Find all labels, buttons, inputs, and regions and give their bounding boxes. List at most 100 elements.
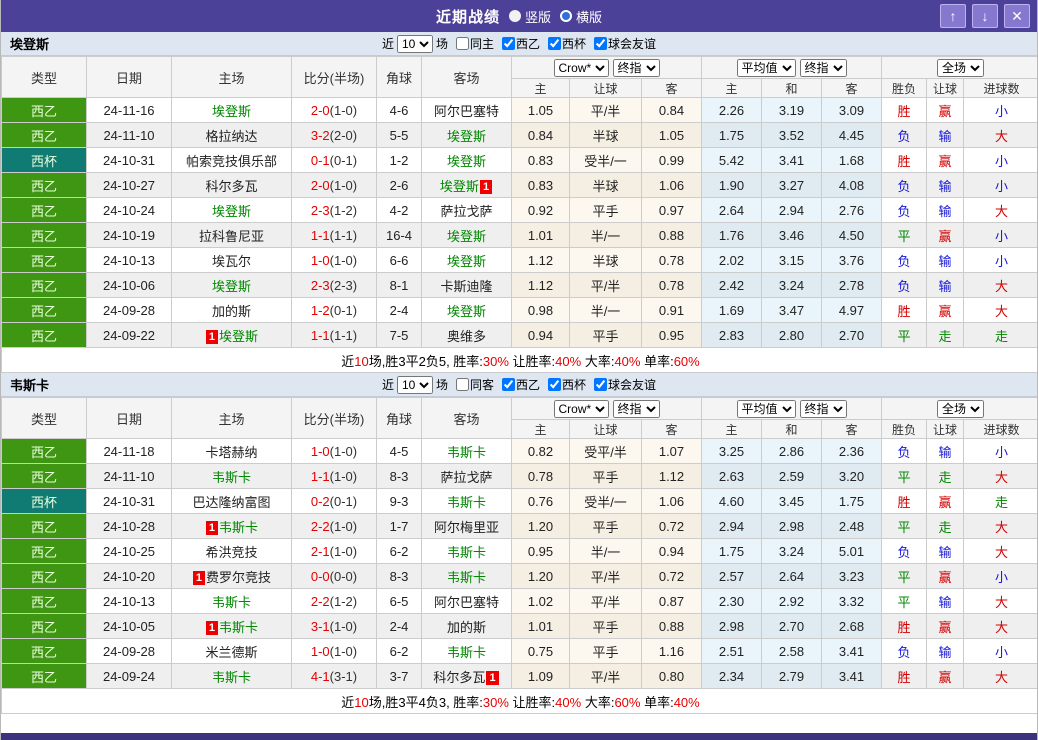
odds-away: 0.91 bbox=[641, 297, 702, 323]
result-goals: 小 bbox=[963, 247, 1037, 273]
layout-radio-horizontal[interactable]: 横版 bbox=[560, 7, 602, 26]
average-select[interactable]: 平均值 bbox=[736, 58, 796, 77]
odds-away: 1.16 bbox=[641, 638, 702, 664]
score-fulltime: 1-0 bbox=[310, 643, 330, 659]
avg-away: 5.01 bbox=[820, 538, 883, 564]
avg-away: 2.36 bbox=[820, 438, 883, 464]
bookmaker-select[interactable]: Crow* bbox=[553, 58, 609, 77]
score-halftime: (1-2) bbox=[329, 202, 358, 218]
same-venue-checkbox[interactable] bbox=[455, 37, 469, 50]
league-filter-friendly[interactable]: 球会友谊 bbox=[589, 376, 656, 393]
team-name: 韦斯卡 bbox=[219, 619, 259, 635]
odds-time-select[interactable]: 终指 bbox=[612, 58, 660, 77]
score-fulltime: 1-1 bbox=[310, 227, 330, 243]
odds-home: 0.83 bbox=[511, 172, 570, 198]
same-venue-checkbox[interactable] bbox=[455, 378, 469, 391]
match-type-cell: 西乙 bbox=[1, 322, 87, 348]
odds-home: 1.01 bbox=[511, 613, 570, 639]
match-row: 西乙 24-09-22 1 埃登斯 1-1(1-1) 7-5 奥维多 0.94 平… bbox=[1, 322, 1037, 348]
match-row: 西乙 24-10-05 1 韦斯卡 3-1(1-0) 2-4 加的斯 1.01 平… bbox=[1, 613, 1037, 639]
score-halftime: (0-0) bbox=[329, 568, 358, 584]
away-team: 埃登斯 bbox=[421, 122, 512, 148]
away-team: 科尔多瓦 1 bbox=[421, 663, 512, 689]
league-filter-friendly[interactable]: 球会友谊 bbox=[589, 35, 656, 52]
avg-draw: 2.98 bbox=[761, 513, 822, 539]
result-handicap: 走 bbox=[926, 463, 965, 489]
same-venue-filter[interactable]: 同客 bbox=[451, 376, 494, 393]
score-halftime: (1-0) bbox=[329, 468, 358, 484]
recent-count-select[interactable]: 10 bbox=[396, 34, 433, 53]
team-name: 拉科鲁尼亚 bbox=[198, 228, 264, 244]
odds-away: 0.78 bbox=[641, 272, 702, 298]
avg-draw: 2.70 bbox=[761, 613, 822, 639]
away-team: 奥维多 bbox=[421, 322, 512, 348]
league-filter-segunda[interactable]: 西乙 bbox=[497, 35, 540, 52]
odds-time-select[interactable]: 终指 bbox=[612, 399, 660, 418]
col-avg-away: 客 bbox=[820, 419, 883, 439]
avg-draw: 3.46 bbox=[761, 222, 822, 248]
move-up-button[interactable]: ↑ bbox=[940, 4, 966, 28]
segunda-checkbox[interactable] bbox=[502, 37, 515, 50]
avg-away: 2.70 bbox=[820, 322, 883, 348]
move-down-button[interactable]: ↓ bbox=[972, 4, 998, 28]
close-button[interactable]: ✕ bbox=[1004, 4, 1030, 28]
near-label: 近 bbox=[381, 378, 394, 392]
result-handicap: 输 bbox=[926, 438, 965, 464]
result-goals: 大 bbox=[963, 613, 1037, 639]
odds-home: 0.78 bbox=[511, 463, 570, 489]
odds-away: 0.94 bbox=[641, 538, 702, 564]
summary-segment: 大率: bbox=[581, 353, 615, 369]
friendly-checkbox[interactable] bbox=[594, 378, 608, 391]
result-goals: 大 bbox=[963, 297, 1037, 323]
cup-checkbox[interactable] bbox=[548, 37, 562, 50]
match-date: 24-10-19 bbox=[86, 222, 172, 248]
cup-checkbox[interactable] bbox=[548, 378, 562, 391]
same-venue-filter[interactable]: 同主 bbox=[451, 35, 494, 52]
odds-group-header: Crow* 终指 bbox=[511, 397, 702, 420]
average-time-select[interactable]: 终指 bbox=[799, 58, 847, 77]
league-filter-cup[interactable]: 西杯 bbox=[543, 35, 586, 52]
filter-bar: 近 10 场 同主 西乙 西杯 球会友谊 bbox=[382, 34, 656, 53]
result-handicap: 走 bbox=[926, 513, 965, 539]
bottom-accent-bar bbox=[1, 733, 1037, 740]
league-filter-cup[interactable]: 西杯 bbox=[543, 376, 586, 393]
full-match-select[interactable]: 全场 bbox=[937, 399, 985, 418]
friendly-checkbox[interactable] bbox=[594, 37, 608, 50]
radio-vertical-icon[interactable] bbox=[508, 10, 521, 22]
score-fulltime: 2-2 bbox=[310, 518, 330, 534]
match-type-cell: 西乙 bbox=[1, 122, 87, 148]
corner-value: 1-2 bbox=[376, 147, 422, 173]
result-wdl: 胜 bbox=[881, 297, 928, 323]
avg-home: 4.60 bbox=[701, 488, 762, 514]
odds-home: 0.98 bbox=[511, 297, 570, 323]
home-team: 格拉纳达 bbox=[171, 122, 292, 148]
radio-horizontal-icon[interactable] bbox=[560, 10, 572, 22]
average-select[interactable]: 平均值 bbox=[736, 399, 796, 418]
col-result-handicap: 让球 bbox=[926, 78, 965, 98]
segunda-checkbox[interactable] bbox=[502, 378, 515, 391]
avg-home: 3.25 bbox=[701, 438, 762, 464]
odds-handicap: 平手 bbox=[569, 513, 642, 539]
radio-horizontal-label: 横版 bbox=[576, 9, 603, 25]
corner-value: 8-3 bbox=[376, 563, 422, 589]
full-match-select[interactable]: 全场 bbox=[937, 58, 985, 77]
recent-count-select[interactable]: 10 bbox=[396, 375, 433, 394]
odds-away: 0.84 bbox=[641, 97, 702, 123]
team-name: 加的斯 bbox=[446, 619, 486, 635]
average-time-select[interactable]: 终指 bbox=[799, 399, 847, 418]
avg-draw: 3.45 bbox=[761, 488, 822, 514]
layout-radio-vertical[interactable]: 竖版 bbox=[508, 7, 551, 26]
col-type: 类型 bbox=[1, 56, 87, 98]
home-team: 1 韦斯卡 bbox=[171, 513, 292, 539]
result-wdl: 胜 bbox=[881, 613, 928, 639]
odds-home: 0.76 bbox=[511, 488, 570, 514]
bookmaker-select[interactable]: Crow* bbox=[553, 399, 609, 418]
odds-handicap: 半/一 bbox=[569, 297, 642, 323]
score-cell: 2-1(1-0) bbox=[291, 538, 377, 564]
result-goals: 小 bbox=[963, 172, 1037, 198]
col-result-handicap: 让球 bbox=[926, 419, 965, 439]
result-goals: 小 bbox=[963, 147, 1037, 173]
avg-draw: 2.92 bbox=[761, 588, 822, 614]
col-avg-home: 主 bbox=[701, 78, 762, 98]
league-filter-segunda[interactable]: 西乙 bbox=[497, 376, 540, 393]
